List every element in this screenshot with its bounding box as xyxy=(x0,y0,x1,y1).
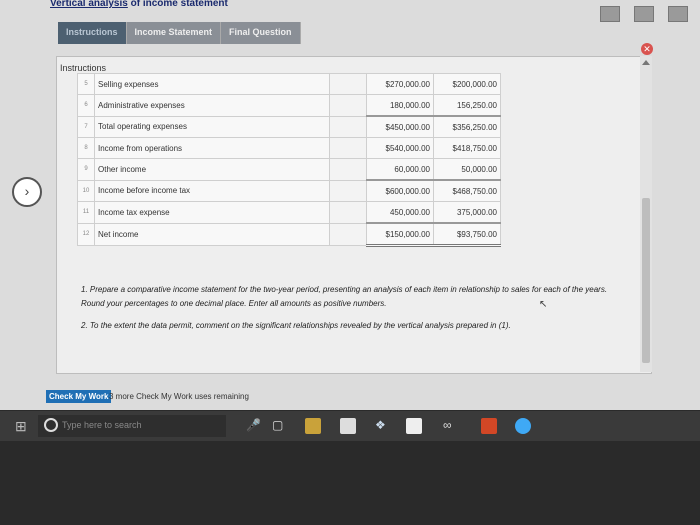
scroll-thumb[interactable] xyxy=(642,198,650,363)
tab-final-question[interactable]: Final Question xyxy=(221,22,301,44)
table-row: 8 Income from operations $540,000.00 $418,7… xyxy=(77,137,501,159)
powerpoint-icon[interactable] xyxy=(481,418,497,434)
row-label: Total operating expenses xyxy=(94,115,330,138)
spacer-cell xyxy=(329,158,367,181)
spacer-cell xyxy=(329,137,367,159)
spacer-cell xyxy=(329,222,367,246)
amount-cell[interactable]: 60,000.00 xyxy=(366,158,434,181)
spacer-cell xyxy=(329,94,367,117)
table-row: 7 Total operating expenses $450,000.00 $356… xyxy=(77,115,501,138)
amount-cell[interactable]: 375,000.00 xyxy=(433,201,501,224)
amount-cell[interactable]: $600,000.00 xyxy=(366,179,434,202)
table-row: 12 Net income $150,000.00 $93,750.00 xyxy=(77,222,501,247)
row-number: 6 xyxy=(77,94,95,117)
row-label: Net income xyxy=(94,222,330,246)
row-number: 11 xyxy=(77,201,95,224)
table-row: 6 Administrative expenses 180,000.00 156,25… xyxy=(77,94,501,117)
dropbox-icon[interactable]: ❖ xyxy=(375,418,386,432)
row-label: Administrative expenses xyxy=(94,94,330,117)
table-row: 11 Income tax expense 450,000.00 375,000.00 xyxy=(77,201,501,224)
table-row: 5 Selling expenses $270,000.00 $200,000.00 xyxy=(77,73,501,95)
top-toolbar xyxy=(600,6,688,22)
amount-cell[interactable]: 156,250.00 xyxy=(433,94,501,117)
grid-icon[interactable] xyxy=(668,6,688,22)
amazon-icon[interactable] xyxy=(406,418,422,434)
task-view-icon[interactable]: ▢ xyxy=(272,418,283,432)
amount-cell[interactable]: $270,000.00 xyxy=(366,73,434,95)
row-number: 12 xyxy=(77,222,95,246)
amount-cell[interactable]: $468,750.00 xyxy=(433,179,501,202)
table-row: 10 Income before income tax $600,000.00 $46… xyxy=(77,179,501,202)
scroll-up-icon[interactable] xyxy=(642,60,650,65)
print-icon[interactable] xyxy=(600,6,620,22)
row-number: 8 xyxy=(77,137,95,159)
mouse-cursor-icon: ↖ xyxy=(539,299,548,310)
infinity-icon[interactable]: ∞ xyxy=(443,418,452,432)
spacer-cell xyxy=(329,73,367,95)
panel-title: Instructions xyxy=(60,63,107,73)
panel-scrollbar[interactable] xyxy=(640,56,652,372)
spacer-cell xyxy=(329,179,367,202)
row-label: Income tax expense xyxy=(94,201,330,224)
page-title: Vertical analysis of income statement xyxy=(50,0,228,9)
income-statement-table: 5 Selling expenses $270,000.00 $200,000.00 6… xyxy=(77,73,501,247)
row-label: Selling expenses xyxy=(94,73,330,95)
amount-cell[interactable]: 180,000.00 xyxy=(366,94,434,117)
amount-cell[interactable]: $93,750.00 xyxy=(433,222,501,247)
tab-instructions[interactable]: Instructions xyxy=(58,22,127,44)
previous-arrow-icon[interactable]: › xyxy=(12,177,42,207)
search-input[interactable]: Type here to search xyxy=(62,420,142,430)
browser-viewport: Vertical analysis of income statement In… xyxy=(0,0,700,410)
spacer-cell xyxy=(329,115,367,138)
windows-start-icon[interactable]: ⊞ xyxy=(15,418,27,435)
windows-taskbar: ⊞ Type here to search 🎤 ▢ ❖ ∞ xyxy=(0,411,700,441)
row-number: 9 xyxy=(77,158,95,181)
row-label: Income before income tax xyxy=(94,179,330,202)
table-row: 9 Other income 60,000.00 50,000.00 xyxy=(77,158,501,181)
amount-cell[interactable]: $150,000.00 xyxy=(366,222,434,247)
amount-cell[interactable]: 450,000.00 xyxy=(366,201,434,224)
store-icon[interactable] xyxy=(340,418,356,434)
search-icon xyxy=(44,418,58,432)
calculator-icon[interactable] xyxy=(634,6,654,22)
check-remaining-text: 3 more Check My Work uses remaining xyxy=(109,392,249,401)
row-number: 10 xyxy=(77,179,95,202)
chrome-icon[interactable] xyxy=(515,418,531,434)
amount-cell[interactable]: $356,250.00 xyxy=(433,115,501,138)
tab-bar: Instructions Income Statement Final Ques… xyxy=(58,22,301,44)
question-2: 2. To the extent the data permit, commen… xyxy=(81,321,511,330)
amount-cell[interactable]: $200,000.00 xyxy=(433,73,501,95)
amount-cell[interactable]: $450,000.00 xyxy=(366,115,434,138)
taskbar-search[interactable]: Type here to search xyxy=(38,415,226,437)
instructions-panel: Instructions 5 Selling expenses $270,000.0… xyxy=(56,56,652,374)
amount-cell[interactable]: $540,000.00 xyxy=(366,137,434,159)
file-explorer-icon[interactable] xyxy=(305,418,321,434)
row-label: Income from operations xyxy=(94,137,330,159)
amount-cell[interactable]: 50,000.00 xyxy=(433,158,501,181)
row-number: 7 xyxy=(77,115,95,138)
title-link[interactable]: Vertical analysis xyxy=(50,0,128,9)
close-icon[interactable]: ✕ xyxy=(641,43,653,55)
spacer-cell xyxy=(329,201,367,224)
amount-cell[interactable]: $418,750.00 xyxy=(433,137,501,159)
tab-income-statement[interactable]: Income Statement xyxy=(126,22,222,44)
microphone-icon[interactable]: 🎤 xyxy=(246,418,261,432)
title-suffix: of income statement xyxy=(127,0,228,9)
row-number: 5 xyxy=(77,73,95,95)
row-label: Other income xyxy=(94,158,330,181)
check-my-work-button[interactable]: Check My Work xyxy=(46,390,112,403)
